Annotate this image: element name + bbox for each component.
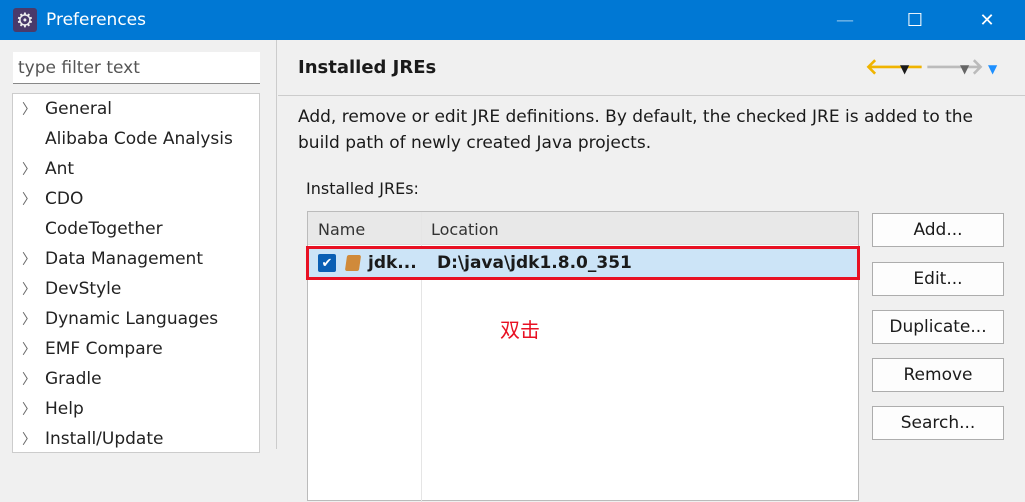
add-button[interactable]: Add... bbox=[872, 213, 1004, 247]
close-button[interactable]: ✕ bbox=[957, 0, 1017, 40]
chevron-right-icon[interactable]: 〉 bbox=[13, 249, 45, 269]
maximize-button[interactable]: ☐ bbox=[885, 0, 945, 40]
duplicate-button[interactable]: Duplicate... bbox=[872, 310, 1004, 344]
chevron-right-icon[interactable]: 〉 bbox=[13, 99, 45, 119]
chevron-right-icon[interactable]: 〉 bbox=[13, 429, 45, 449]
preferences-tree[interactable]: 〉 General Alibaba Code Analysis 〉 Ant 〉 CDO Cod… bbox=[12, 93, 260, 453]
sidebar-item[interactable]: 〉 Gradle bbox=[13, 364, 259, 394]
sidebar-item-label: Install/Update bbox=[45, 429, 164, 449]
sidebar-item[interactable]: CodeTogether bbox=[13, 214, 259, 244]
sidebar-item[interactable]: Alibaba Code Analysis bbox=[13, 124, 259, 154]
sidebar-item-label: General bbox=[45, 99, 112, 119]
chevron-right-icon[interactable]: 〉 bbox=[13, 279, 45, 299]
sidebar-item-label: Data Management bbox=[45, 249, 203, 269]
page-panel: Installed JREs 🡐 ▼ 🡒 ▼ ▼ Add, remove or … bbox=[278, 40, 1025, 502]
installed-jres-label: Installed JREs: bbox=[306, 179, 419, 198]
chevron-right-icon[interactable]: 〉 bbox=[13, 369, 45, 389]
back-arrow-icon[interactable]: 🡐 bbox=[865, 54, 924, 80]
chevron-right-icon[interactable]: 〉 bbox=[13, 189, 45, 209]
back-dropdown-icon[interactable]: ▼ bbox=[900, 62, 909, 76]
edit-button[interactable]: Edit... bbox=[872, 262, 1004, 296]
sidebar-item-label: CDO bbox=[45, 189, 84, 209]
forward-arrow-icon[interactable]: 🡒 bbox=[925, 54, 984, 80]
jre-library-icon bbox=[344, 255, 362, 271]
title-bar: ⚙ Preferences — ☐ ✕ bbox=[0, 0, 1025, 40]
jre-location: D:\java\jdk1.8.0_351 bbox=[437, 253, 632, 273]
sidebar-item[interactable]: 〉 DevStyle bbox=[13, 274, 259, 304]
jre-table[interactable]: Name Location ✔ jdk... D:\java\jdk1.8.0_… bbox=[306, 211, 860, 502]
forward-dropdown-icon[interactable]: ▼ bbox=[960, 62, 969, 76]
sidebar-item[interactable]: 〉 Help bbox=[13, 394, 259, 424]
sidebar-item-label: CodeTogether bbox=[45, 219, 163, 239]
sidebar-item[interactable]: 〉 Data Management bbox=[13, 244, 259, 274]
sidebar-item-label: Dynamic Languages bbox=[45, 309, 219, 329]
chevron-right-icon[interactable]: 〉 bbox=[13, 399, 45, 419]
column-header-name[interactable]: Name bbox=[308, 212, 421, 244]
sidebar-item-label: Help bbox=[45, 399, 84, 419]
sidebar-item-label: Gradle bbox=[45, 369, 102, 389]
sidebar-item[interactable]: 〉 Ant bbox=[13, 154, 259, 184]
remove-button[interactable]: Remove bbox=[872, 358, 1004, 392]
annotation-text: 双击 bbox=[500, 318, 540, 342]
chevron-right-icon[interactable]: 〉 bbox=[13, 159, 45, 179]
sidebar-item-label: Ant bbox=[45, 159, 75, 179]
checkbox-checked-icon[interactable]: ✔ bbox=[318, 254, 336, 272]
sidebar-item[interactable]: 〉 Dynamic Languages bbox=[13, 304, 259, 334]
sidebar-item[interactable]: 〉 EMF Compare bbox=[13, 334, 259, 364]
column-header-location[interactable]: Location bbox=[421, 212, 509, 244]
eclipse-gear-icon: ⚙ bbox=[13, 8, 37, 32]
page-title: Installed JREs bbox=[298, 57, 437, 78]
sidebar-item-label: Alibaba Code Analysis bbox=[45, 129, 233, 149]
view-menu-icon[interactable]: ▼ bbox=[988, 62, 997, 76]
sidebar-item[interactable]: 〉 CDO bbox=[13, 184, 259, 214]
page-description: Add, remove or edit JRE definitions. By … bbox=[298, 107, 974, 153]
page-header: Installed JREs 🡐 ▼ 🡒 ▼ ▼ bbox=[278, 40, 1025, 96]
minimize-button[interactable]: — bbox=[815, 0, 875, 40]
sidebar-item-label: EMF Compare bbox=[45, 339, 163, 359]
sidebar-item-label: DevStyle bbox=[45, 279, 122, 299]
filter-input[interactable]: type filter text bbox=[13, 52, 260, 84]
table-row[interactable]: ✔ jdk... D:\java\jdk1.8.0_351 bbox=[306, 246, 860, 280]
window-title: Preferences bbox=[46, 10, 146, 30]
chevron-right-icon[interactable]: 〉 bbox=[13, 309, 45, 329]
jre-name: jdk... bbox=[368, 253, 417, 273]
search-button[interactable]: Search... bbox=[872, 406, 1004, 440]
sidebar-item[interactable]: 〉 Install/Update bbox=[13, 424, 259, 454]
chevron-right-icon[interactable]: 〉 bbox=[13, 339, 45, 359]
sidebar-item[interactable]: 〉 General bbox=[13, 94, 259, 124]
